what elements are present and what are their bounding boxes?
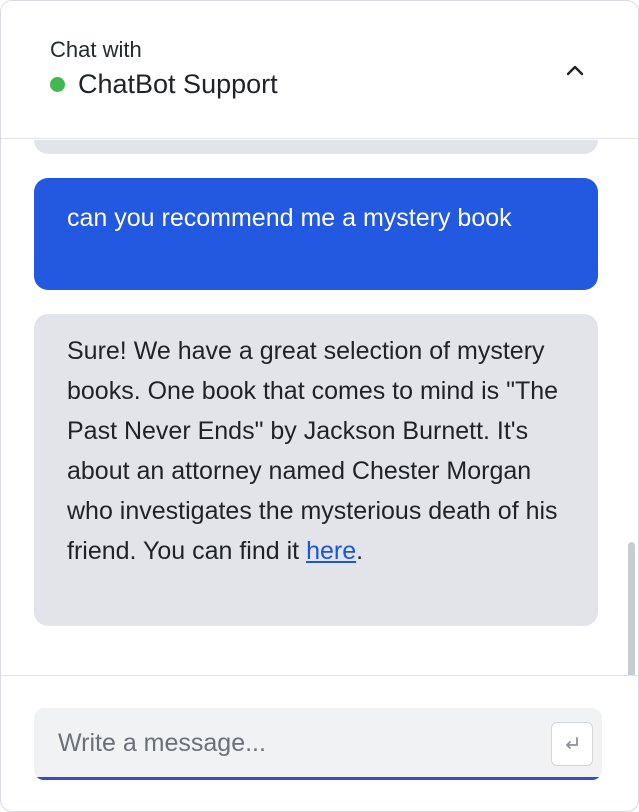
send-button[interactable] [551,722,593,766]
header-title-row: ChatBot Support [50,69,278,100]
message-input[interactable] [34,708,544,778]
user-message-bubble: can you recommend me a mystery book [34,178,598,290]
chat-widget: Chat with ChatBot Support can you recomm… [0,0,639,812]
enter-return-icon [566,737,578,749]
book-link[interactable]: here [306,537,356,565]
chat-header: Chat with ChatBot Support [1,1,638,139]
previous-message-bubble [34,140,598,154]
online-status-dot [50,77,65,92]
message-list[interactable]: can you recommend me a mystery book Sure… [1,140,638,675]
user-message-text: can you recommend me a mystery book [67,204,512,232]
header-title: ChatBot Support [78,69,278,99]
message-composer [34,708,602,780]
header-subtitle: Chat with [50,37,142,62]
bot-message-bubble: Sure! We have a great selection of myste… [34,314,598,626]
collapse-chat-button[interactable] [557,53,593,89]
chevron-up-icon [566,65,584,76]
composer-focus-underline [34,777,602,780]
bot-message-text-end: . [356,537,364,565]
scrollbar-thumb[interactable] [628,542,635,675]
composer-divider [1,675,638,676]
bot-message-text: Sure! We have a great selection of myste… [67,337,559,565]
